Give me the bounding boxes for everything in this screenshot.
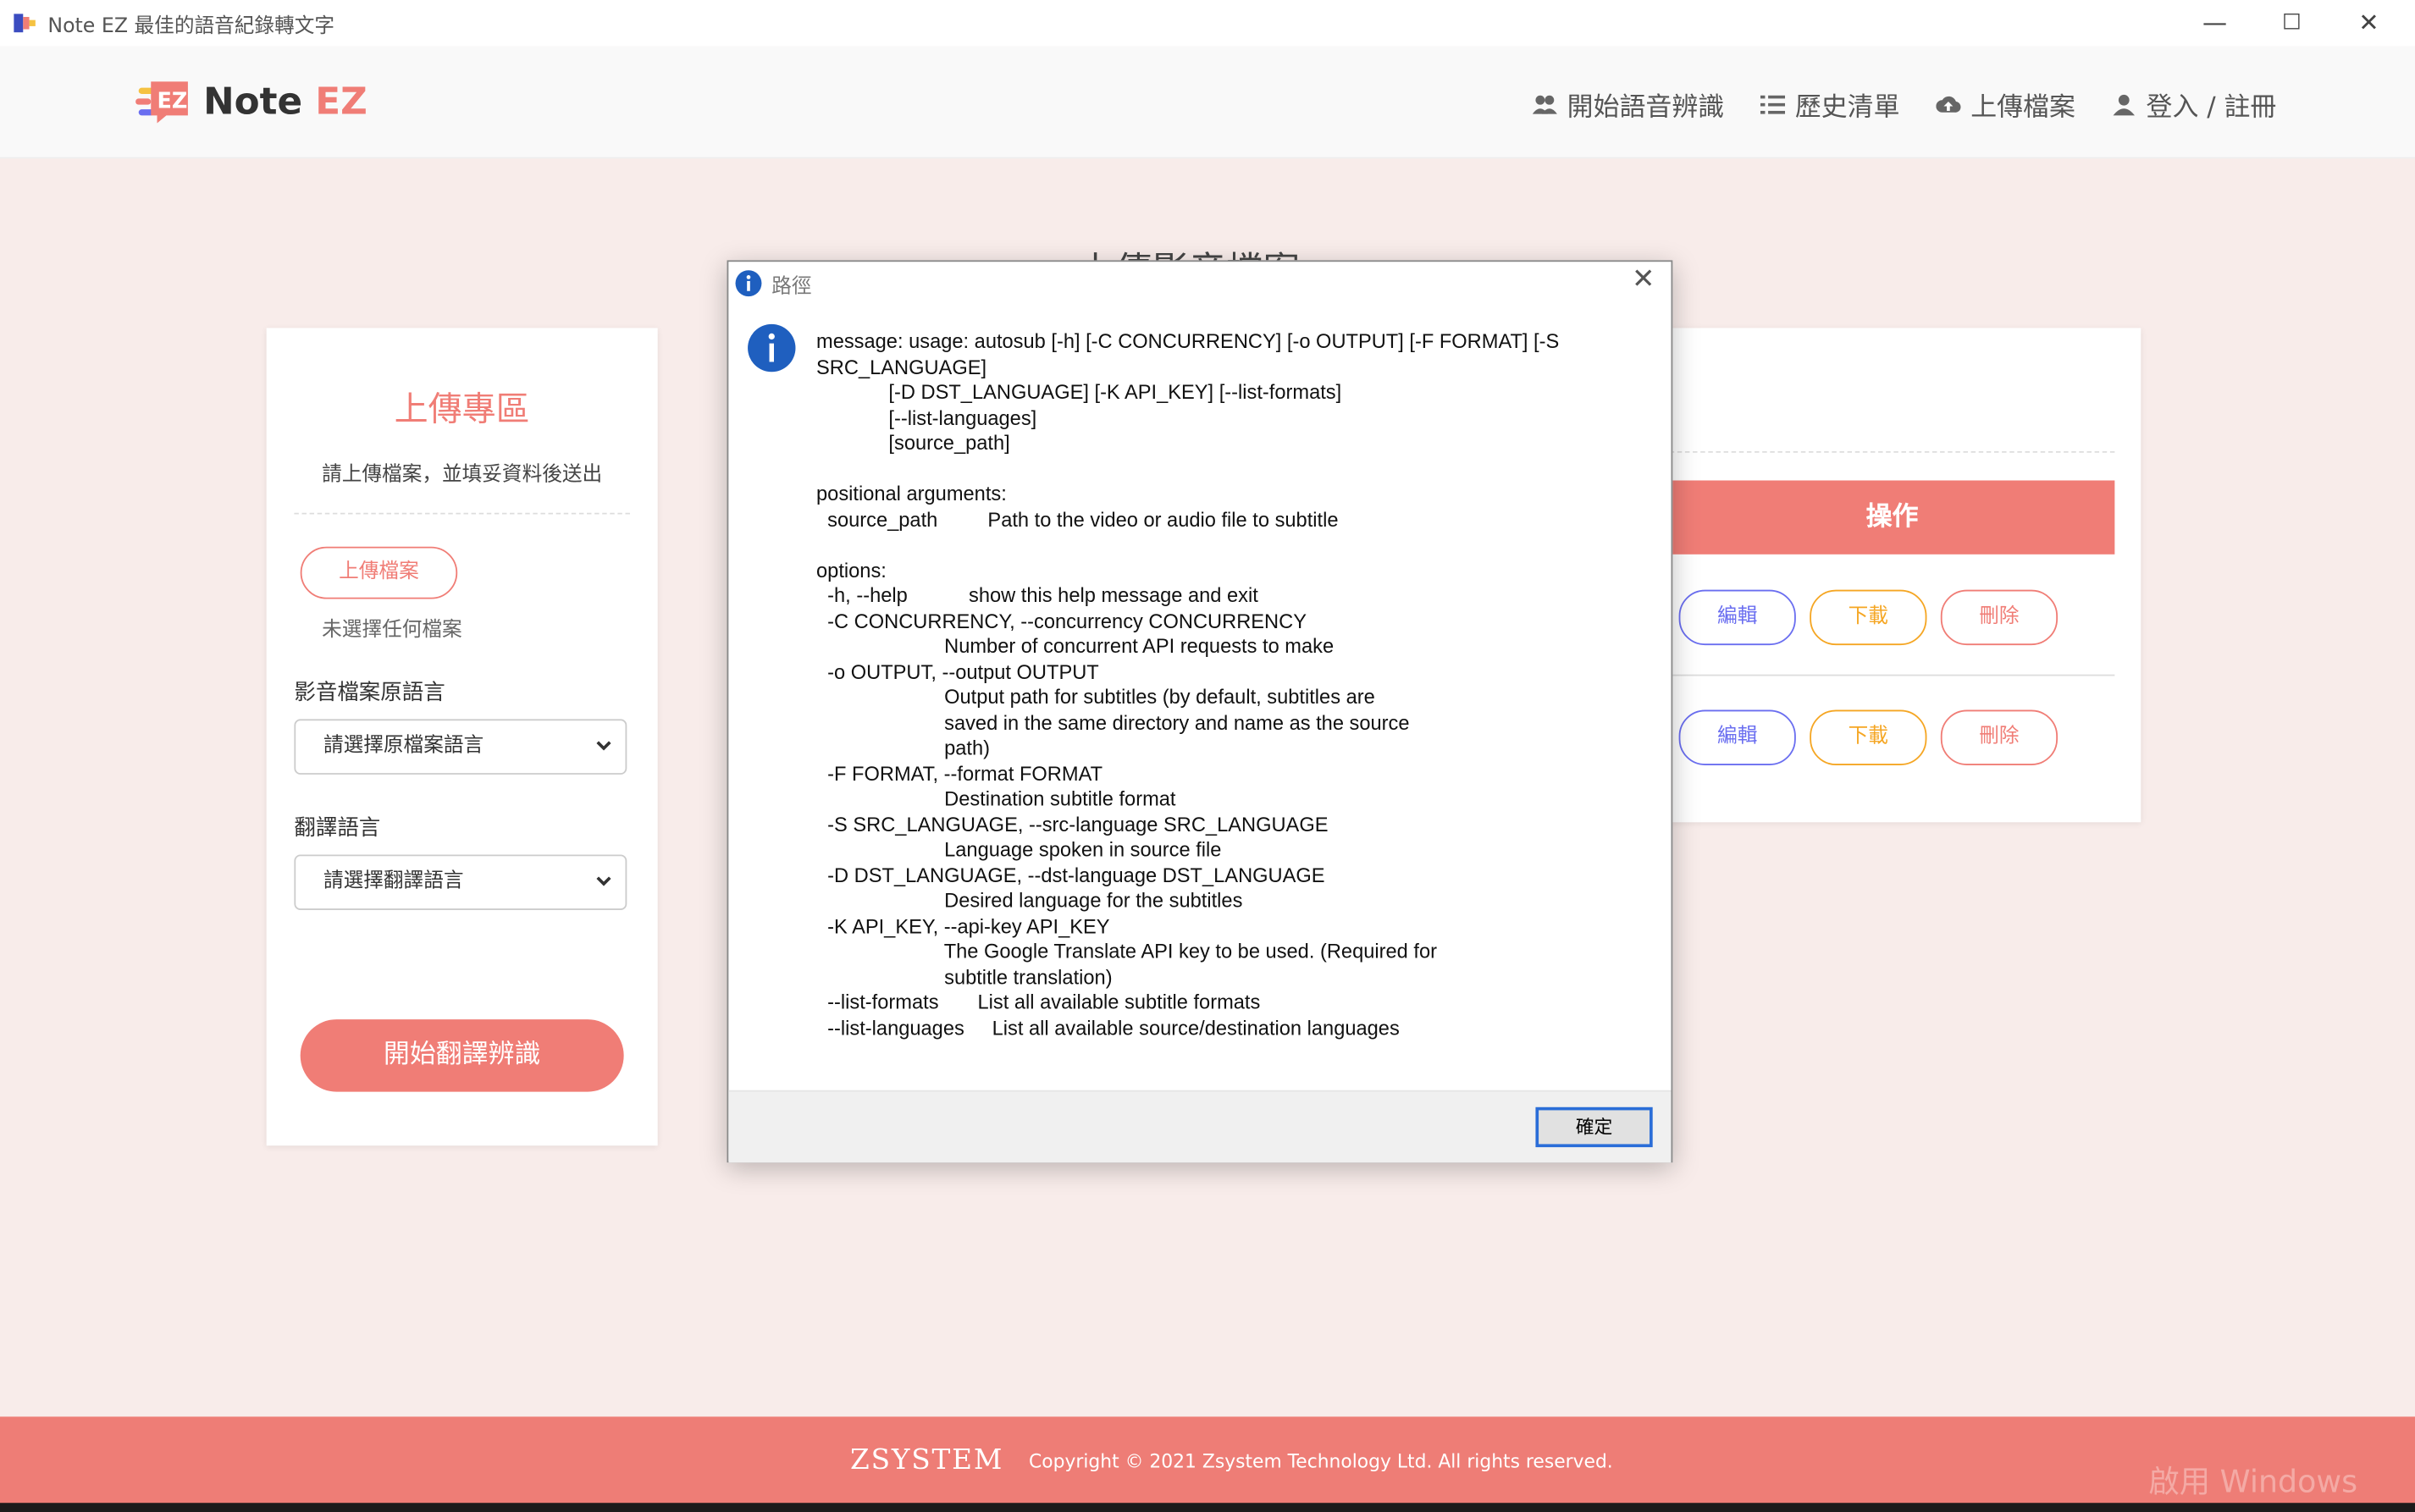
nav-history-label: 歷史清單 xyxy=(1794,92,1900,124)
dialog-title: 路徑 xyxy=(771,274,812,298)
nav-start-recognition-label: 開始語音辨識 xyxy=(1567,92,1725,124)
upload-file-button[interactable]: 上傳檔案 xyxy=(300,546,458,599)
nav-upload[interactable]: 上傳檔案 xyxy=(1937,85,2075,124)
row-separator xyxy=(1669,674,2115,676)
users-icon xyxy=(1533,94,1558,113)
dialog-message: message: usage: autosub [-h] [-C CONCURR… xyxy=(816,329,1560,1039)
nav-menu: 開始語音辨識 歷史清單 上傳檔案 登入 / 註冊 xyxy=(1533,85,2277,124)
list-icon xyxy=(1760,94,1786,113)
activation-watermark: 啟用 Windows xyxy=(2148,1462,2358,1500)
navbar: EZ Note EZ 開始語音辨識 歷史清單 上傳檔案 登入 / 註冊 xyxy=(0,46,2415,159)
download-button[interactable]: 下載 xyxy=(1810,709,1927,765)
target-language-value: 請選擇翻譯語言 xyxy=(323,869,464,893)
edit-button[interactable]: 編輯 xyxy=(1678,709,1796,765)
window-close-button[interactable]: ✕ xyxy=(2338,6,2400,40)
info-icon xyxy=(748,323,796,372)
dialog-titlebar: 路徑 xyxy=(735,268,812,298)
delete-button[interactable]: 刪除 xyxy=(1940,589,2059,646)
nav-login[interactable]: 登入 / 註冊 xyxy=(2113,85,2277,124)
nav-start-recognition[interactable]: 開始語音辨識 xyxy=(1533,85,1725,124)
app-icon xyxy=(14,14,36,33)
chevron-down-icon xyxy=(596,876,611,886)
footer-copyright: Copyright © 2021 Zsystem Technology Ltd.… xyxy=(1029,1450,1613,1472)
dialog-footer: 確定 xyxy=(728,1090,1672,1163)
message-dialog: 路徑 ✕ message: usage: autosub [-h] [-C CO… xyxy=(727,260,1673,1163)
minimize-button[interactable]: — xyxy=(2184,6,2246,40)
source-language-value: 請選擇原檔案語言 xyxy=(323,734,484,758)
console-strip xyxy=(0,1503,2415,1512)
cloud-upload-icon xyxy=(1937,95,1962,112)
upload-card-title: 上傳專區 xyxy=(394,391,530,430)
dialog-close-button[interactable]: ✕ xyxy=(1628,264,1659,295)
nav-login-label: 登入 / 註冊 xyxy=(2146,92,2277,124)
nav-history[interactable]: 歷史清單 xyxy=(1760,85,1900,124)
logo-text: Note EZ xyxy=(203,80,368,124)
nav-upload-label: 上傳檔案 xyxy=(1970,92,2075,124)
divider xyxy=(1669,450,2115,453)
target-language-label: 翻譯語言 xyxy=(294,816,381,842)
user-icon xyxy=(2114,93,2136,115)
maximize-button[interactable]: ☐ xyxy=(2261,6,2323,40)
no-file-text: 未選擇任何檔案 xyxy=(322,619,462,643)
start-translation-button[interactable]: 開始翻譯辨識 xyxy=(300,1019,624,1092)
history-card: 操作 編輯 下載 刪除 編輯 下載 刪除 xyxy=(1669,328,2141,823)
source-language-select[interactable]: 請選擇原檔案語言 xyxy=(294,719,627,775)
delete-button[interactable]: 刪除 xyxy=(1940,709,2059,765)
window-titlebar: Note EZ 最佳的語音紀錄轉文字 — ☐ ✕ xyxy=(0,0,2415,47)
logo-icon: EZ xyxy=(135,81,188,124)
footer-brand: ZSYSTEM xyxy=(850,1444,1004,1477)
target-language-select[interactable]: 請選擇翻譯語言 xyxy=(294,854,627,910)
svg-text:EZ: EZ xyxy=(158,88,188,113)
divider xyxy=(294,512,630,515)
ok-button[interactable]: 確定 xyxy=(1535,1106,1653,1148)
upload-card-subtitle: 請上傳檔案，並填妥資料後送出 xyxy=(322,463,603,487)
chevron-down-icon xyxy=(596,741,611,751)
download-button[interactable]: 下載 xyxy=(1810,589,1927,646)
footer: ZSYSTEM Copyright © 2021 Zsystem Technol… xyxy=(0,1416,2415,1512)
operation-header: 操作 xyxy=(1669,480,2115,555)
info-icon xyxy=(735,270,762,297)
window-title: Note EZ 最佳的語音紀錄轉文字 xyxy=(47,15,335,39)
edit-button[interactable]: 編輯 xyxy=(1678,589,1796,646)
upload-card: 上傳專區 請上傳檔案，並填妥資料後送出 上傳檔案 未選擇任何檔案 影音檔案原語言… xyxy=(266,328,658,1146)
source-language-label: 影音檔案原語言 xyxy=(294,680,445,706)
logo[interactable]: EZ Note EZ xyxy=(135,77,368,126)
